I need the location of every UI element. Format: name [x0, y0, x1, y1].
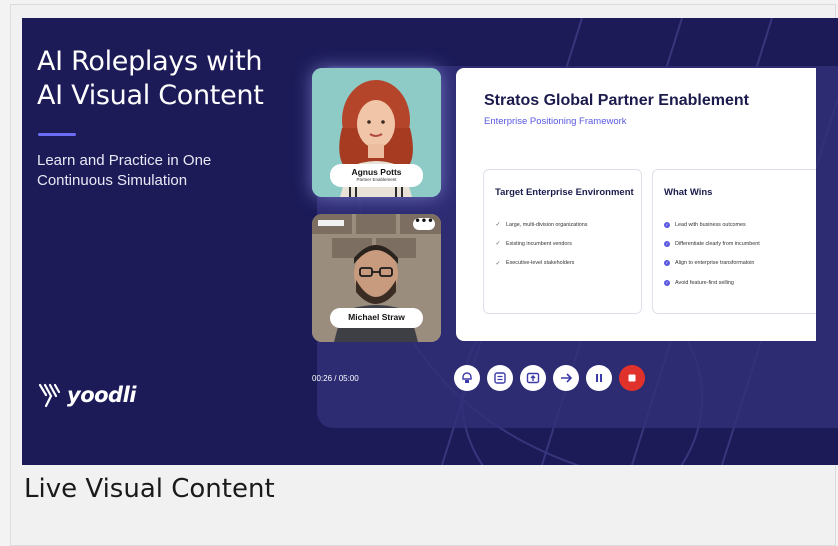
check-circle-icon: ✓	[664, 279, 670, 286]
yoodli-logo[interactable]: yoodli	[37, 382, 136, 408]
participant-name: Agnus Potts	[351, 167, 402, 177]
coach-icon	[462, 372, 472, 383]
panel-target-environment: Target Enterprise Environment ✓ Large, mu…	[483, 169, 642, 314]
participant-tile-michael[interactable]: ••• Michael Straw	[312, 214, 441, 342]
next-icon	[561, 373, 573, 383]
list-item-text: Align to enterprise transformatoin	[675, 260, 755, 267]
hero-headline: AI Roleplays with AI Visual Content	[37, 45, 297, 113]
caption: Live Visual Content	[24, 474, 275, 504]
participant-role: Partner Enablement	[356, 177, 397, 182]
panel-title: Target Enterprise Environment	[495, 187, 634, 198]
name-tag-agnus: Agnus Potts Partner Enablement	[330, 164, 423, 187]
subhead-line-2: Continuous Simulation	[37, 172, 188, 189]
stop-icon	[628, 374, 636, 382]
name-tag-michael: Michael Straw	[330, 308, 423, 328]
list-item-text: Executive-level stakeholders	[506, 260, 575, 267]
list-item-text: Existing incumbent vendors	[506, 240, 572, 247]
yoodli-logo-icon	[38, 383, 61, 408]
list-item-text: Avoid feature-first selling	[675, 279, 734, 286]
presentation-slide: Stratos Global Partner Enablement Enterp…	[456, 68, 816, 341]
list-item: ✓ Avoid feature-first selling	[664, 273, 760, 292]
share-screen-icon	[526, 372, 540, 384]
session-controls	[454, 365, 645, 391]
check-icon: ✓	[495, 241, 501, 248]
list-item: ✓ Align to enterprise transformatoin	[664, 254, 760, 273]
logo-text: yoodli	[67, 383, 136, 407]
list-item-text: Lead with business outcomes	[675, 221, 746, 228]
slide-subtitle: Enterprise Positioning Framework	[484, 116, 627, 127]
session-timer: 00:26 / 05:00	[312, 374, 359, 383]
participant-name: Michael Straw	[348, 312, 405, 322]
list-item: ✓ Differentiate clearly from incumbent	[664, 234, 760, 253]
panel-title: What Wins	[664, 187, 713, 198]
panel-what-wins: What Wins ✓ Lead with business outcomes ✓…	[652, 169, 816, 314]
notes-icon	[494, 372, 506, 384]
check-icon: ✓	[495, 260, 501, 267]
participant-tile-agnus[interactable]: Agnus Potts Partner Enablement	[312, 68, 441, 197]
coach-button[interactable]	[454, 365, 480, 391]
list-item: ✓ Large, multi-division organizations	[495, 215, 588, 234]
pause-button[interactable]	[586, 365, 612, 391]
slide-title: Stratos Global Partner Enablement	[484, 92, 749, 109]
headline-divider	[38, 133, 76, 136]
list-item: ✓ Existing incumbent vendors	[495, 234, 588, 253]
check-circle-icon: ✓	[664, 240, 670, 247]
list-item: ✓ Executive-level stakeholders	[495, 254, 588, 273]
check-circle-icon: ✓	[664, 260, 670, 267]
headline-line-1: AI Roleplays with	[37, 46, 263, 77]
pause-icon	[596, 374, 602, 382]
panel-list: ✓ Lead with business outcomes ✓ Differenti…	[664, 215, 760, 292]
list-item: ✓ Lead with business outcomes	[664, 215, 760, 234]
hero-subhead: Learn and Practice in One Continuous Sim…	[37, 151, 267, 191]
list-item-text: Large, multi-division organizations	[506, 221, 588, 228]
subhead-line-1: Learn and Practice in One	[37, 152, 212, 169]
stop-button[interactable]	[619, 365, 645, 391]
check-icon: ✓	[495, 222, 501, 229]
check-circle-icon: ✓	[664, 221, 670, 228]
more-options-button[interactable]: •••	[413, 217, 435, 230]
headline-line-2: AI Visual Content	[37, 80, 264, 111]
notes-button[interactable]	[487, 365, 513, 391]
share-screen-button[interactable]	[520, 365, 546, 391]
list-item-text: Differentiate clearly from incumbent	[675, 240, 760, 247]
next-button[interactable]	[553, 365, 579, 391]
panel-list: ✓ Large, multi-division organizations ✓ Ex…	[495, 215, 588, 273]
